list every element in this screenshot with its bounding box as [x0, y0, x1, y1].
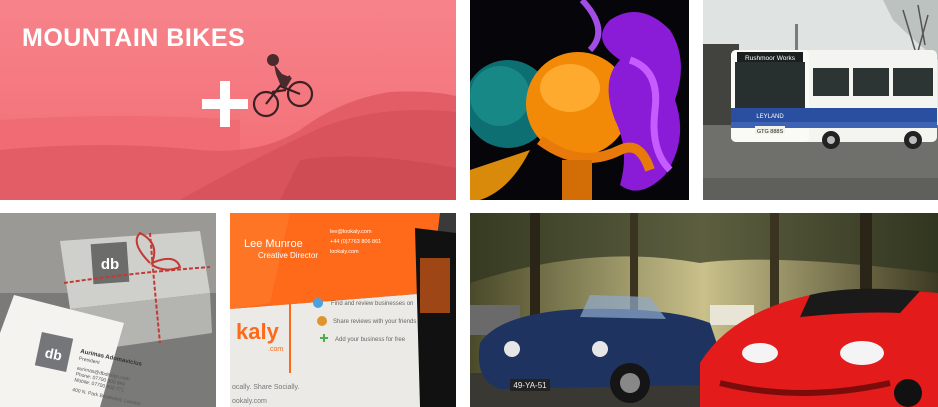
- bus-photo: Rushmoor Works LEYLAND GTG 888S: [703, 0, 938, 200]
- tile-title: MOUNTAIN BIKES: [22, 24, 246, 52]
- gift-box-photo: db db Aurimas Adomavicius President auri…: [0, 213, 216, 407]
- plus-icon[interactable]: [202, 81, 248, 127]
- bus-registration: GTG 888S: [757, 129, 784, 135]
- cars-tile[interactable]: 49-YA-51: [470, 213, 938, 407]
- bus-tile[interactable]: Rushmoor Works LEYLAND GTG 888S: [703, 0, 938, 200]
- bus-destination: Rushmoor Works: [745, 55, 796, 62]
- gift-box-tile[interactable]: db db Aurimas Adomavicius President auri…: [0, 213, 216, 407]
- card-person-title: Creative Director: [258, 251, 318, 260]
- mountain-bikes-tile[interactable]: MOUNTAIN BIKES: [0, 0, 456, 200]
- brand-tagline: ocally. Share Socially.: [232, 384, 299, 391]
- box-logo: db: [101, 256, 119, 273]
- paint-splash-photo: [470, 0, 689, 200]
- business-card-photo: Lee Munroe Creative Director lee@lookaly…: [230, 213, 456, 407]
- brand-logo: kaly: [236, 319, 280, 344]
- business-card-tile[interactable]: Lee Munroe Creative Director lee@lookaly…: [230, 213, 456, 407]
- cars-photo: 49-YA-51: [470, 213, 938, 407]
- card-phone: +44 (0)7763 806 861: [330, 239, 381, 245]
- card-person-name: Lee Munroe: [244, 238, 303, 250]
- brand-suffix: .com: [268, 346, 283, 353]
- feature-share: Share reviews with your friends: [333, 319, 416, 325]
- paint-splash-tile[interactable]: [470, 0, 689, 200]
- card-site: lookaly.com: [330, 249, 359, 255]
- feature-find: Find and review businesses on: [331, 301, 413, 307]
- card-email: lee@lookaly.com: [330, 229, 372, 235]
- bus-brand: LEYLAND: [756, 114, 784, 120]
- car-plate: 49-YA-51: [513, 381, 547, 390]
- feature-add: Add your business for free: [335, 337, 406, 343]
- brand-url: ookaly.com: [232, 398, 267, 405]
